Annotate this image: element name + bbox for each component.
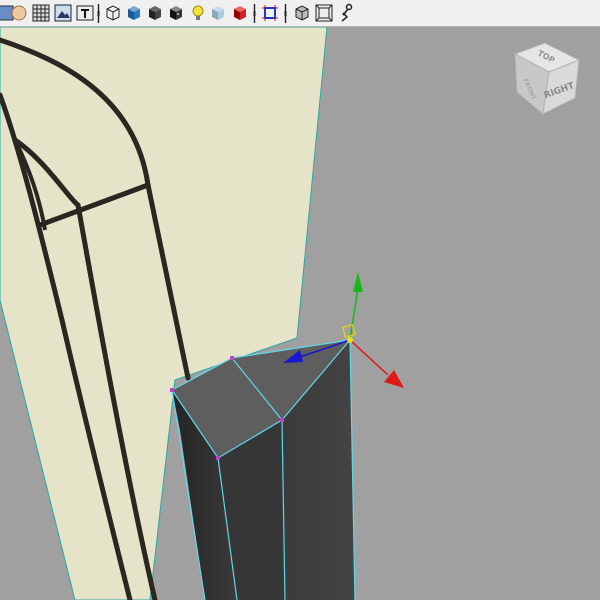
- toolbar-separator: [253, 4, 256, 23]
- light-bulb-icon[interactable]: [188, 3, 208, 23]
- toolbar-separator: [97, 4, 100, 23]
- joints-icon[interactable]: [336, 3, 356, 23]
- image-plane-icon[interactable]: [53, 3, 73, 23]
- xray-cube-icon[interactable]: [292, 3, 312, 23]
- light-blue-cube-icon[interactable]: [208, 3, 228, 23]
- film-gate-icon[interactable]: [314, 3, 334, 23]
- textured-cube-icon[interactable]: [166, 3, 186, 23]
- toolbar-separator: [284, 4, 287, 23]
- view-cube[interactable]: TOP FRONT RIGHT: [505, 40, 591, 122]
- maya-viewport-window: TOP FRONT RIGHT: [0, 0, 600, 600]
- red-cube-icon[interactable]: [230, 3, 250, 23]
- shaded-sphere-icon[interactable]: [9, 3, 29, 23]
- vertex: [230, 356, 234, 360]
- dark-cube-icon[interactable]: [145, 3, 165, 23]
- vertex: [170, 388, 174, 392]
- blue-cube-icon[interactable]: [124, 3, 144, 23]
- wireframe-grid-icon[interactable]: [31, 3, 51, 23]
- isolate-select-icon[interactable]: [260, 3, 280, 23]
- wireframe-cube-icon[interactable]: [103, 3, 123, 23]
- vertex: [280, 418, 284, 422]
- vertex: [216, 456, 220, 460]
- text-tool-icon[interactable]: [75, 3, 95, 23]
- pivot-point: [347, 337, 353, 343]
- viewport-panel-toolbar: [0, 0, 600, 27]
